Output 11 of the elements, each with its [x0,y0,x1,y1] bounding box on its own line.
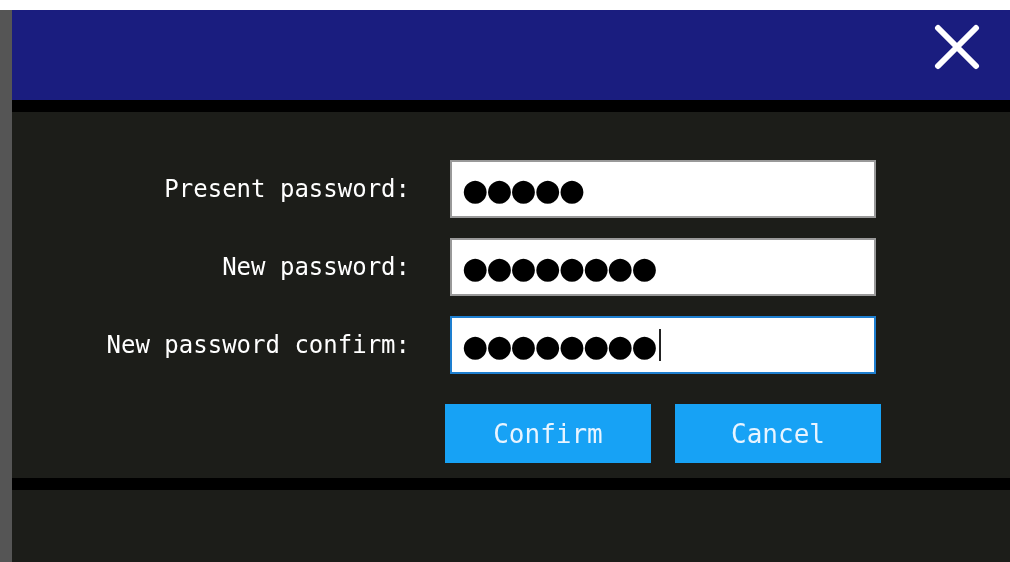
field-value: ●●●●● [462,171,583,207]
password-field[interactable]: ●●●●●●●● [450,316,876,374]
password-field[interactable]: ●●●●● [450,160,876,218]
field-label: Present password: [163,175,410,203]
field-label: New password confirm: [105,331,410,359]
field-value: ●●●●●●●● [462,249,656,285]
password-field[interactable]: ●●●●●●●● [450,238,876,296]
text-caret [659,329,662,361]
field-label: New password: [221,253,410,281]
field-value: ●●●●●●●● [462,327,656,363]
close-icon[interactable] [934,24,980,70]
